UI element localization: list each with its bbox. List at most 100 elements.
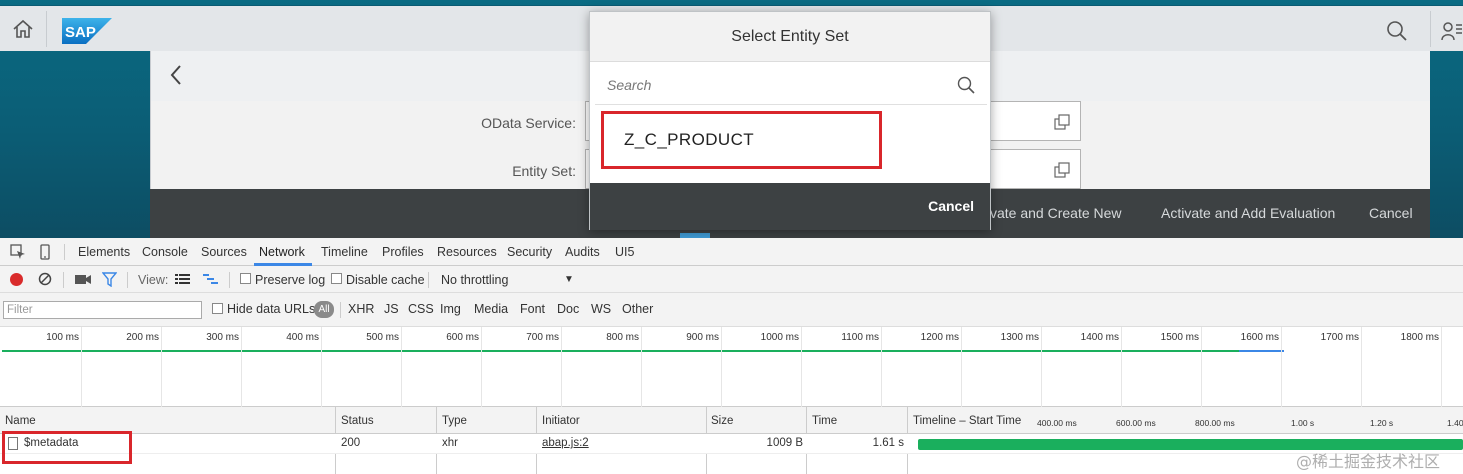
record-icon[interactable] bbox=[10, 273, 23, 286]
overview-tick-label: 1600 ms bbox=[1240, 332, 1279, 343]
overview-tick-label: 1400 ms bbox=[1080, 332, 1119, 343]
column-type[interactable]: Type bbox=[442, 415, 467, 427]
tab-network[interactable]: Network bbox=[259, 245, 305, 259]
clear-icon[interactable] bbox=[38, 272, 52, 286]
search-icon[interactable] bbox=[957, 76, 975, 94]
column-timeline[interactable]: Timeline – Start Time bbox=[913, 415, 1021, 427]
overview-tick-label: 1100 ms bbox=[841, 332, 879, 343]
tab-resources[interactable]: Resources bbox=[437, 245, 497, 259]
table-row[interactable]: $metadata 200 xhr abap.js:2 1009 B 1.61 … bbox=[0, 434, 1463, 454]
highlight-box bbox=[2, 431, 132, 464]
tab-console[interactable]: Console bbox=[142, 245, 188, 259]
overview-request-line-blue bbox=[1239, 350, 1284, 352]
tab-ui5[interactable]: UI5 bbox=[615, 245, 634, 259]
network-toolbar: View: Preserve log Disable cache No thro… bbox=[0, 266, 1463, 293]
dialog-search-field bbox=[595, 65, 987, 105]
row-time: 1.61 s bbox=[872, 437, 904, 449]
sap-logo[interactable]: SAP bbox=[62, 18, 112, 44]
hide-data-urls-label: Hide data URLs bbox=[227, 302, 316, 316]
overview-request-line bbox=[2, 350, 1284, 352]
column-time[interactable]: Time bbox=[812, 415, 837, 427]
tab-elements[interactable]: Elements bbox=[78, 245, 130, 259]
tab-security[interactable]: Security bbox=[507, 245, 552, 259]
tab-profiles[interactable]: Profiles bbox=[382, 245, 424, 259]
column-name[interactable]: Name bbox=[5, 415, 36, 427]
waterfall-icon[interactable] bbox=[203, 274, 218, 285]
large-rows-icon[interactable] bbox=[175, 274, 190, 285]
filter-type-font[interactable]: Font bbox=[520, 302, 545, 316]
overview-gridline bbox=[1041, 327, 1042, 407]
overview-tick-label: 900 ms bbox=[686, 332, 719, 343]
shell-divider bbox=[1430, 11, 1431, 47]
preserve-log-checkbox[interactable] bbox=[240, 273, 251, 284]
overview-gridline bbox=[961, 327, 962, 407]
filter-type-css[interactable]: CSS bbox=[408, 302, 434, 316]
overview-gridline bbox=[401, 327, 402, 407]
odata-service-label: OData Service: bbox=[481, 115, 576, 131]
back-arrow-icon[interactable] bbox=[169, 64, 183, 86]
dialog-title: Select Entity Set bbox=[590, 12, 990, 62]
filter-type-other[interactable]: Other bbox=[622, 302, 653, 316]
tab-audits[interactable]: Audits bbox=[565, 245, 600, 259]
overview-tick-label: 1300 ms bbox=[1000, 332, 1039, 343]
entity-set-label: Entity Set: bbox=[512, 163, 576, 179]
filter-icon[interactable] bbox=[102, 272, 117, 287]
disable-cache-label: Disable cache bbox=[346, 273, 425, 287]
overview-gridline bbox=[161, 327, 162, 407]
throttling-select[interactable]: No throttling bbox=[441, 273, 508, 287]
row-type: xhr bbox=[442, 437, 458, 449]
devtools-tab-bar: Elements Console Sources Network Timelin… bbox=[0, 238, 1463, 266]
dialog-search-input[interactable] bbox=[607, 75, 927, 95]
overview-tick-label: 200 ms bbox=[126, 332, 159, 343]
divider bbox=[63, 272, 64, 288]
filter-type-img[interactable]: Img bbox=[440, 302, 461, 316]
filter-type-ws[interactable]: WS bbox=[591, 302, 611, 316]
search-icon[interactable] bbox=[1386, 20, 1408, 42]
inspect-element-icon[interactable] bbox=[10, 244, 26, 260]
capture-screenshots-icon[interactable] bbox=[75, 273, 91, 285]
tab-sources[interactable]: Sources bbox=[201, 245, 247, 259]
value-help-icon[interactable] bbox=[1054, 162, 1070, 178]
dialog-cancel-button[interactable]: Cancel bbox=[928, 198, 974, 214]
hide-data-urls-checkbox[interactable] bbox=[212, 303, 223, 314]
divider bbox=[428, 272, 429, 288]
cancel-button[interactable]: Cancel bbox=[1369, 205, 1413, 221]
activate-and-add-evaluation-button[interactable]: Activate and Add Evaluation bbox=[1161, 205, 1335, 221]
overview-gridline bbox=[801, 327, 802, 407]
divider bbox=[127, 272, 128, 288]
user-icon[interactable] bbox=[1441, 20, 1463, 42]
device-mode-icon[interactable] bbox=[37, 244, 53, 260]
column-initiator[interactable]: Initiator bbox=[542, 415, 580, 427]
column-size[interactable]: Size bbox=[711, 415, 733, 427]
overview-gridline bbox=[721, 327, 722, 407]
watermark: @稀土掘金技术社区 bbox=[1296, 452, 1441, 471]
tab-timeline[interactable]: Timeline bbox=[321, 245, 368, 259]
overview-tick-label: 1700 ms bbox=[1320, 332, 1359, 343]
overview-gridline bbox=[881, 327, 882, 407]
column-status[interactable]: Status bbox=[341, 415, 374, 427]
disable-cache-checkbox[interactable] bbox=[331, 273, 342, 284]
overview-tick-label: 1800 ms bbox=[1400, 332, 1439, 343]
timeline-tick: 400.00 ms bbox=[1037, 418, 1077, 428]
home-icon[interactable] bbox=[12, 19, 34, 39]
overview-gridline bbox=[481, 327, 482, 407]
row-size: 1009 B bbox=[766, 437, 803, 449]
row-initiator-link[interactable]: abap.js:2 bbox=[542, 437, 589, 449]
filter-type-xhr[interactable]: XHR bbox=[348, 302, 374, 316]
filter-input[interactable] bbox=[3, 301, 202, 319]
row-status: 200 bbox=[341, 437, 361, 449]
divider bbox=[229, 272, 230, 288]
overview-gridline bbox=[1121, 327, 1122, 407]
overview-tick-label: 500 ms bbox=[366, 332, 399, 343]
dropdown-arrow-icon[interactable]: ▼ bbox=[564, 274, 574, 285]
filter-type-doc[interactable]: Doc bbox=[557, 302, 579, 316]
filter-type-media[interactable]: Media bbox=[474, 302, 508, 316]
overview-tick-label: 300 ms bbox=[206, 332, 239, 343]
value-help-icon[interactable] bbox=[1054, 114, 1070, 130]
overview-tick-label: 1000 ms bbox=[760, 332, 799, 343]
divider bbox=[64, 244, 65, 260]
filter-type-js[interactable]: JS bbox=[384, 302, 399, 316]
activate-and-create-new-button[interactable]: tivate and Create New bbox=[983, 205, 1122, 221]
filter-type-all[interactable]: All bbox=[314, 301, 334, 318]
overview-gridline bbox=[81, 327, 82, 407]
